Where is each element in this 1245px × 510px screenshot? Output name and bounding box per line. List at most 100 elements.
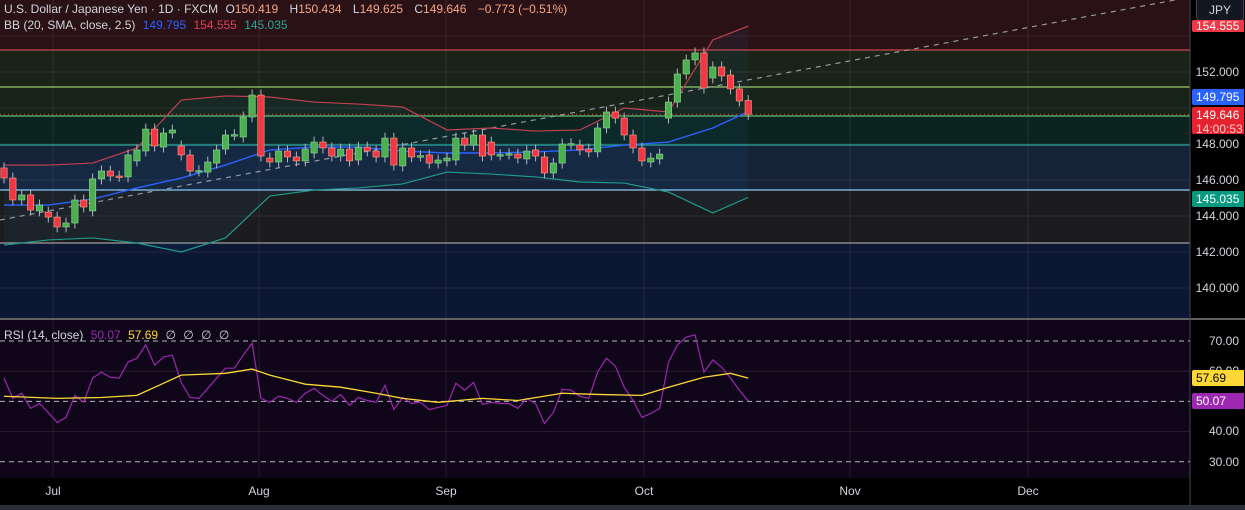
candle-up [664,101,672,119]
chart-canvas[interactable] [0,0,1245,510]
rsi-tick: 30.00 [1208,455,1239,469]
candle-down [629,134,637,149]
rsi-badge: 50.07 [1192,393,1244,409]
candle-up [301,148,309,162]
price-zone [0,243,1190,318]
candle-down [576,144,584,151]
candle-down [266,157,274,163]
rsi-extra-1: ∅ [165,328,176,342]
open-value: 150.419 [234,2,279,16]
candle-down [478,134,486,157]
candle-down [638,147,646,162]
open-label: O [225,2,235,16]
candle-down [620,117,628,136]
candle-down [611,111,619,119]
candle-up [647,157,655,163]
rsi-pane-bg [0,320,1190,478]
ohlc-close: C149.646 [414,2,470,16]
rsi-legend[interactable]: RSI (14, close) 50.07 57.69 ∅ ∅ ∅ ∅ [4,328,233,342]
price-tick: 140.000 [1195,281,1239,295]
candle-up [168,129,176,134]
time-tick: Oct [634,484,654,498]
candle-up [673,73,681,103]
candle-down [27,194,35,211]
candle-down [106,170,114,177]
candle-down [718,66,726,77]
candle-up [142,128,150,152]
time-tick: Sep [435,484,457,498]
candle-down [328,147,336,157]
bar-countdown: 14:00:53 [1196,122,1243,136]
time-tick: Jul [45,484,61,498]
candle-down [186,154,194,172]
candle-up [505,153,513,156]
price-tick: 148.000 [1195,137,1239,151]
low-label: L [352,2,360,16]
candle-up [275,150,283,163]
candle-up [709,66,717,79]
candle-up [399,147,407,167]
candle-up [381,137,389,158]
rsi-tick: 40.00 [1208,424,1239,438]
candle-up [594,127,602,153]
currency-button[interactable]: JPY [1196,0,1244,21]
candle-down [80,199,88,208]
candle-up [549,162,557,174]
price-tick: 144.000 [1195,209,1239,223]
candle-down [540,156,548,174]
candle-down [151,128,159,147]
close-label: C [414,2,424,16]
candle-down [461,137,469,146]
candle-down [53,216,61,228]
candle-up [159,132,167,148]
ohlc-high: H150.434 [290,2,346,16]
rsi-value: 50.07 [90,328,121,342]
candle-up [89,178,97,212]
rsi-ma-badge: 57.69 [1192,370,1244,386]
candle-up [133,149,141,162]
candle-down [0,167,8,179]
bb-basis-value: 149.795 [142,18,187,32]
high-value: 150.434 [298,2,342,16]
bottom-scrollbar [0,505,1245,510]
candle-up [310,141,318,154]
price-zone [0,50,1190,87]
candle-down [319,141,327,149]
candle-up [337,148,345,157]
bb-legend[interactable]: BB (20, SMA, close, 2.5) 149.795 154.555… [4,18,292,32]
candle-up [523,150,531,160]
candle-down [727,74,735,90]
candle-up [239,116,247,138]
candle-down [346,148,354,162]
ohlc-open: O150.419 [225,2,282,16]
candle-down [425,154,433,164]
rsi-tick: 70.00 [1208,334,1239,348]
candle-down [9,177,17,201]
candle-down [292,156,300,162]
candle-up [691,52,699,61]
candle-up [248,94,256,118]
candle-up [124,154,132,178]
candle-up [567,143,575,146]
bb-lower-badge: 145.035 [1192,191,1244,207]
candle-up [496,154,504,157]
candle-down [744,100,752,115]
candle-up [443,157,451,162]
bb-lower-value: 145.035 [244,18,288,32]
low-value: 149.625 [359,2,403,16]
time-tick: Dec [1017,484,1039,498]
high-label: H [289,2,299,16]
candle-up [204,161,212,173]
candle-up [195,170,203,173]
candle-up [35,204,43,212]
last-price: 149.646 [1196,108,1240,122]
price-tick: 142.000 [1195,245,1239,259]
candle-down [390,137,398,166]
ohlc-low: L149.625 [353,2,407,16]
bb-basis-badge: 149.795 [1192,89,1244,105]
candle-up [71,199,79,224]
candle-down [585,148,593,153]
candle-up [434,159,442,164]
symbol-legend: U.S. Dollar / Japanese Yen · 1D · FXCM O… [4,2,571,16]
close-value: 149.646 [423,2,467,16]
